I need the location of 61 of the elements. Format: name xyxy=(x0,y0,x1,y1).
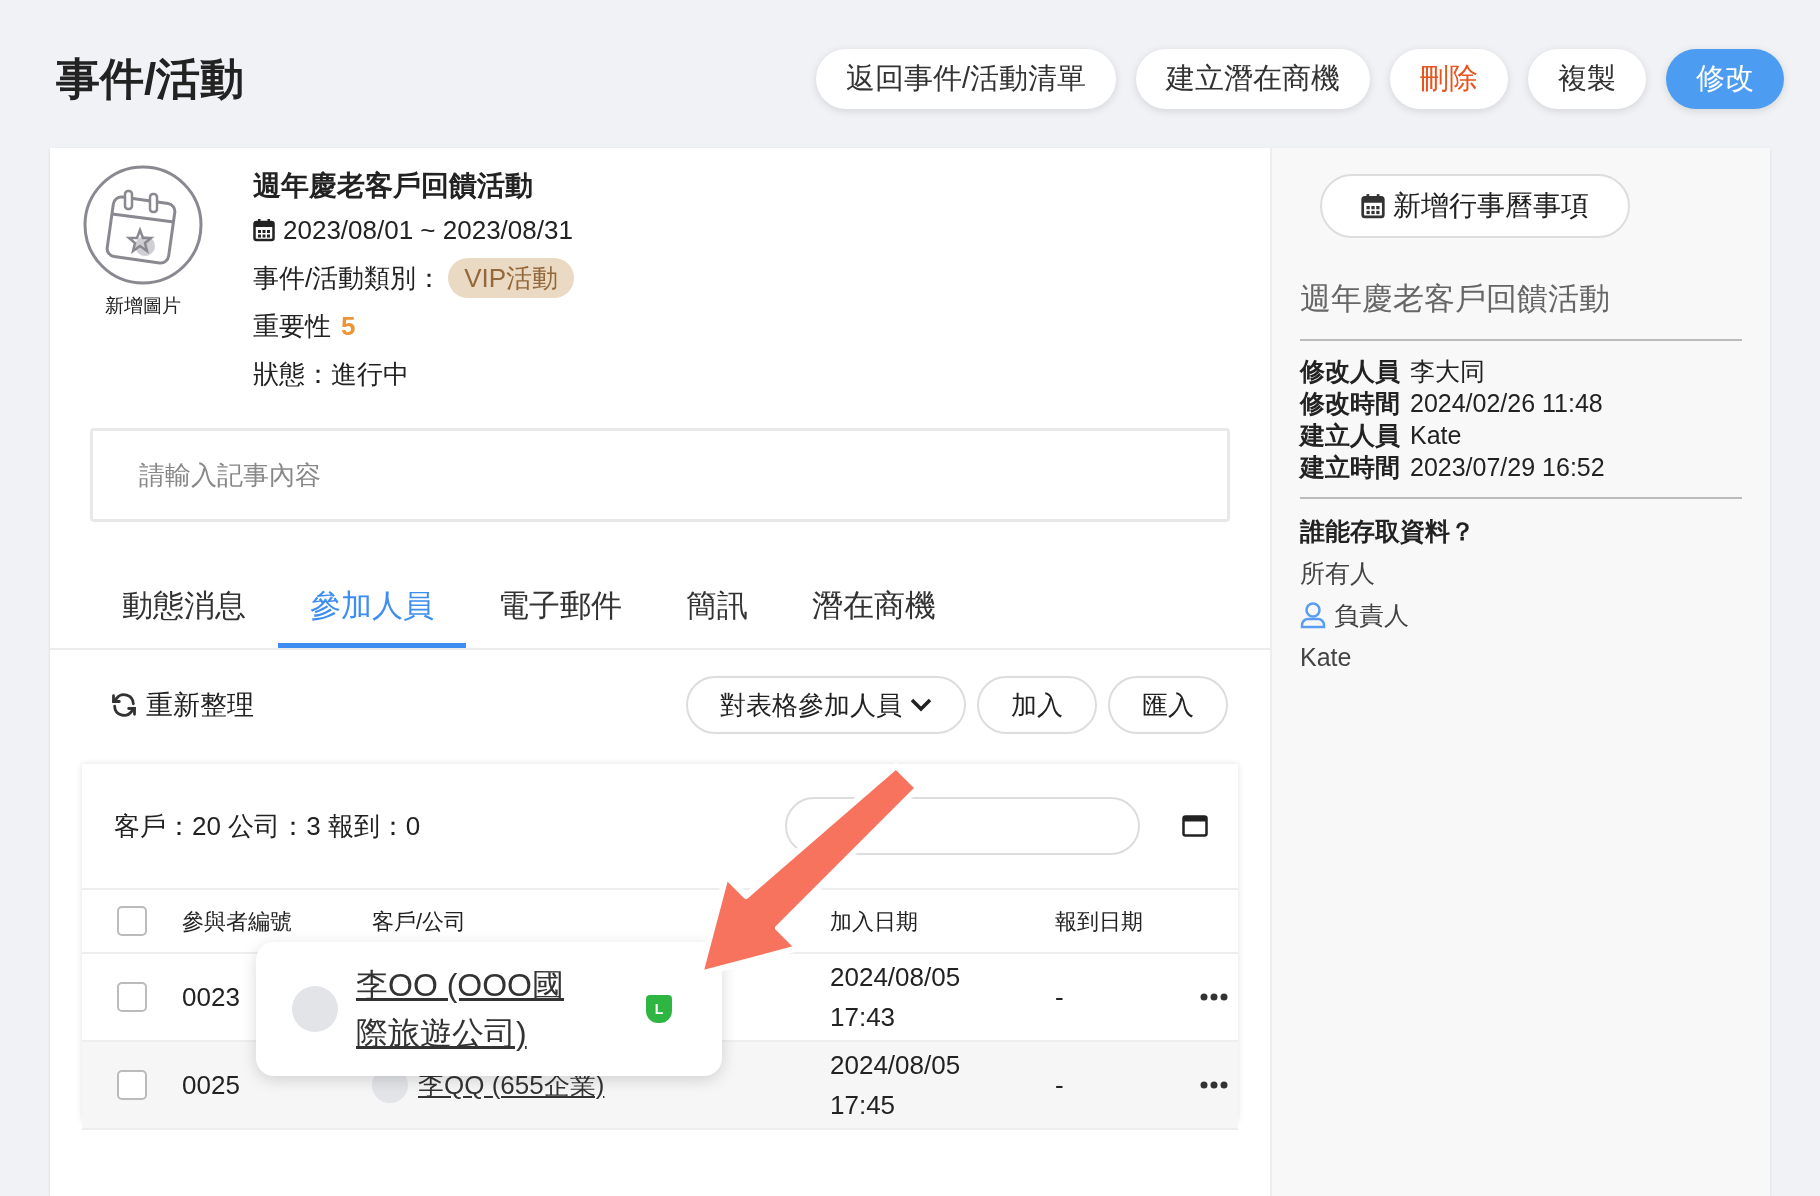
tab[interactable]: 電子郵件 xyxy=(466,582,654,648)
add-calendar-button[interactable]: 新增行事曆事項 xyxy=(1320,174,1630,238)
column-header: 加入日期 xyxy=(830,908,918,934)
checkbox[interactable] xyxy=(117,906,147,936)
columns-icon[interactable] xyxy=(1182,815,1208,837)
owner-name: Kate xyxy=(1300,641,1353,673)
table-cell-text: 2024/08/05 17:45 xyxy=(830,1049,962,1122)
table-cell-text: 2024/08/05 17:43 xyxy=(830,961,962,1034)
info-label: 建立時間 xyxy=(1300,451,1400,483)
category-label: 事件/活動類別： xyxy=(253,262,443,295)
info-value: 2023/07/29 16:52 xyxy=(1410,451,1605,483)
header-button[interactable]: 複製 xyxy=(1528,49,1646,109)
date-range: 2023/08/01 ~ 2023/08/31 xyxy=(283,214,573,247)
column-header: 報到日期 xyxy=(1055,908,1143,934)
column-header: 客戶/公司 xyxy=(372,908,467,934)
refresh-icon xyxy=(110,691,138,719)
note-field[interactable]: 請輸入記事內容 xyxy=(90,428,1230,522)
summary-text: 客戶：20 公司：3 報到：0 xyxy=(114,809,421,843)
add-image-label: 新增圖片 xyxy=(104,294,181,318)
calendar-icon xyxy=(253,218,275,242)
header-button[interactable]: 返回事件/活動清單 xyxy=(815,49,1116,109)
importance-value: 5 xyxy=(341,310,356,343)
tab[interactable]: 動態消息 xyxy=(90,582,278,648)
table-cell: 0023 xyxy=(182,981,240,1012)
table-cell: - xyxy=(1055,1069,1064,1100)
info-label: 修改時間 xyxy=(1300,387,1400,419)
info-value: Kate xyxy=(1410,419,1462,451)
info-value: 2024/02/26 11:48 xyxy=(1410,387,1603,419)
info-label: 建立人員 xyxy=(1300,419,1400,451)
more-icon[interactable] xyxy=(1200,993,1228,1001)
calendar-icon xyxy=(1361,193,1385,219)
access-everyone: 所有人 xyxy=(1300,557,1376,589)
toolbar-button[interactable]: 加入 xyxy=(977,676,1097,734)
user-icon xyxy=(1300,600,1326,629)
category-tag: VIP活動 xyxy=(448,258,575,298)
customer-link[interactable]: 李OO (OOO國際旅遊公司) xyxy=(356,961,588,1057)
info-value: 李大同 xyxy=(1410,355,1485,387)
tab[interactable]: 簡訊 xyxy=(654,582,780,648)
owner-label: 負責人 xyxy=(1334,599,1409,631)
status-text: 狀態：進行中 xyxy=(253,358,410,391)
refresh-button[interactable]: 重新整理 xyxy=(110,684,254,726)
toolbar-button[interactable]: 匯入 xyxy=(1108,676,1228,734)
more-icon[interactable] xyxy=(1200,1081,1228,1089)
checkbox[interactable] xyxy=(117,1070,147,1100)
tab[interactable]: 潛在商機 xyxy=(780,582,968,648)
chevron-down-icon xyxy=(910,698,932,712)
header-button[interactable]: 建立潛在商機 xyxy=(1136,49,1370,109)
line-badge: L xyxy=(646,995,672,1023)
page-title: 事件/活動 xyxy=(56,53,245,105)
event-title: 週年慶老客戶回饋活動 xyxy=(253,169,534,203)
avatar-icon xyxy=(292,986,338,1032)
table-cell: - xyxy=(1055,981,1064,1012)
table-cell: 0025 xyxy=(182,1069,240,1100)
importance-label: 重要性 xyxy=(253,310,331,343)
side-title: 週年慶老客戶回饋活動 xyxy=(1300,276,1742,341)
access-title: 誰能存取資料？ xyxy=(1300,515,1476,547)
column-header: 參與者編號 xyxy=(182,908,292,934)
info-label: 修改人員 xyxy=(1300,355,1400,387)
header-button[interactable]: 刪除 xyxy=(1390,49,1508,109)
checkbox[interactable] xyxy=(117,982,147,1012)
dropdown-button[interactable]: 對表格參加人員 xyxy=(686,676,966,734)
